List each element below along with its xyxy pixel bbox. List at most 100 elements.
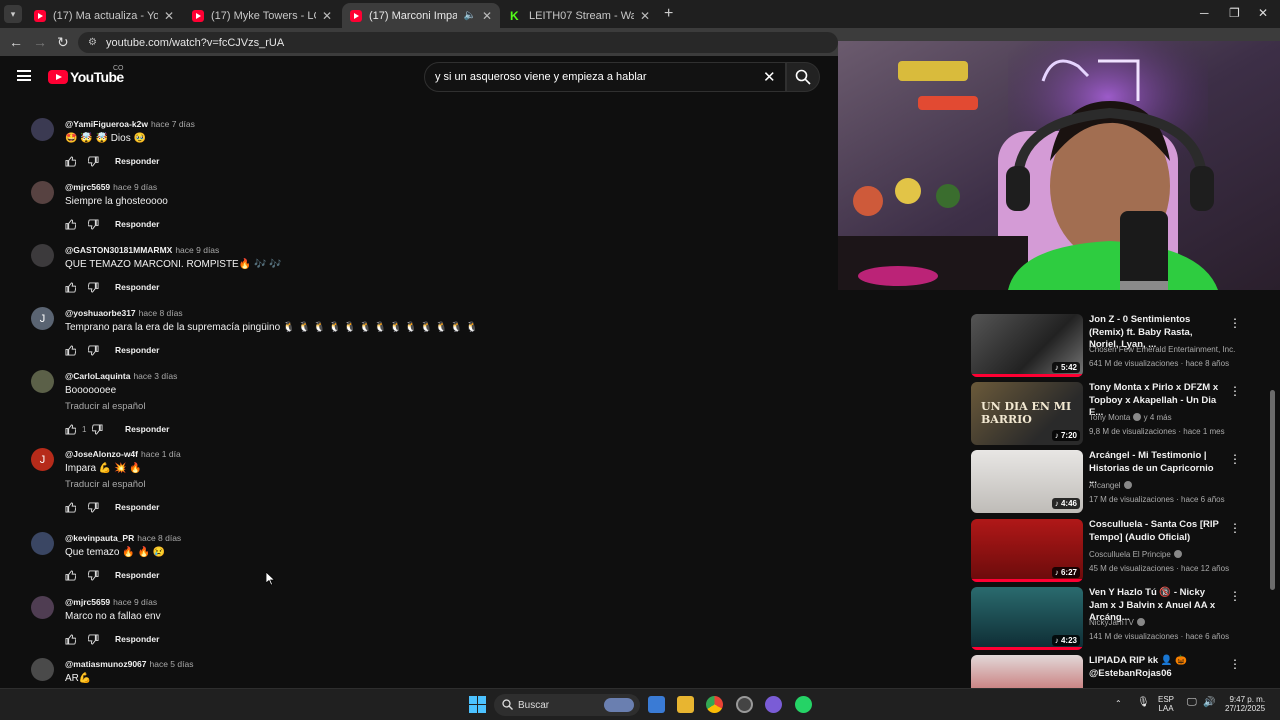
comment-author[interactable]: @mjrc5659 bbox=[65, 182, 110, 192]
volume-icon[interactable]: 🔊 bbox=[1203, 698, 1215, 708]
channel-name[interactable]: Tony Monta y 4 más bbox=[1089, 413, 1172, 422]
related-video-item[interactable]: ♪ 5:42 Jon Z - 0 Sentimientos (Remix) ft.… bbox=[970, 314, 1270, 378]
comment-time[interactable]: hace 8 días bbox=[139, 308, 183, 318]
clear-search-icon[interactable]: ✕ bbox=[763, 68, 776, 86]
reply-button[interactable]: Responder bbox=[115, 634, 159, 644]
avatar[interactable] bbox=[31, 532, 54, 555]
microphone-icon[interactable]: 🎙 bbox=[1137, 698, 1150, 708]
comment-author[interactable]: @GASTON30181MMARMX bbox=[65, 245, 172, 255]
dislike-icon[interactable] bbox=[88, 569, 99, 581]
comment-time[interactable]: hace 7 días bbox=[151, 119, 195, 129]
avatar[interactable] bbox=[31, 181, 54, 204]
app-icon[interactable] bbox=[765, 696, 782, 713]
video-title[interactable]: LIPIADA RIP kk 👤 🎃 @EstebanRojas06 bbox=[1089, 655, 1219, 680]
like-icon[interactable] bbox=[65, 569, 76, 581]
close-tab-icon[interactable]: ✕ bbox=[322, 9, 332, 23]
tab-search-button[interactable]: ▾ bbox=[4, 5, 22, 23]
video-thumbnail[interactable]: ♪ 4:23 bbox=[971, 587, 1083, 650]
video-menu-icon[interactable]: ⋮ bbox=[1229, 452, 1241, 466]
comment-time[interactable]: hace 8 días bbox=[137, 533, 181, 543]
video-title[interactable]: Cosculluela - Santa Cos [RIP Tempo] (Aud… bbox=[1089, 519, 1219, 544]
network-icon[interactable]: 🖵 bbox=[1187, 698, 1197, 708]
video-thumbnail[interactable]: ♪ 6:27 bbox=[971, 519, 1083, 582]
taskbar-search[interactable]: Buscar bbox=[494, 694, 640, 716]
store-icon[interactable] bbox=[648, 696, 665, 713]
forward-icon[interactable]: → bbox=[33, 34, 47, 50]
comment-time[interactable]: hace 5 días bbox=[150, 659, 194, 669]
related-video-item[interactable]: ♪ 4:46 Arcángel - Mi Testimonio | Histori… bbox=[970, 450, 1270, 514]
video-menu-icon[interactable]: ⋮ bbox=[1229, 657, 1241, 671]
search-button[interactable] bbox=[786, 62, 820, 92]
avatar[interactable] bbox=[31, 118, 54, 141]
close-window-icon[interactable]: ✕ bbox=[1258, 6, 1268, 20]
comment-time[interactable]: hace 9 días bbox=[113, 182, 157, 192]
comment-time[interactable]: hace 9 días bbox=[175, 245, 219, 255]
comment-time[interactable]: hace 3 días bbox=[133, 371, 177, 381]
new-tab-icon[interactable]: + bbox=[664, 5, 673, 23]
video-thumbnail[interactable]: ♪ 5:42 bbox=[971, 314, 1083, 377]
video-thumbnail[interactable]: ♪ 4:46 bbox=[971, 450, 1083, 513]
youtube-logo[interactable]: YouTube CO bbox=[48, 65, 124, 85]
video-thumbnail[interactable]: UN DIA EN MI BARRIO ♪ 7:20 bbox=[971, 382, 1083, 445]
address-bar[interactable]: ⚙ youtube.com/watch?v=fcCJVzs_rUA bbox=[78, 32, 838, 53]
comment-time[interactable]: hace 1 día bbox=[141, 449, 181, 459]
close-tab-icon[interactable]: ✕ bbox=[164, 9, 174, 23]
avatar[interactable] bbox=[31, 658, 54, 681]
avatar[interactable] bbox=[31, 244, 54, 267]
like-icon[interactable] bbox=[65, 281, 76, 293]
like-icon[interactable] bbox=[65, 633, 76, 645]
comment-time[interactable]: hace 9 días bbox=[113, 597, 157, 607]
reply-button[interactable]: Responder bbox=[115, 156, 159, 166]
dislike-icon[interactable] bbox=[88, 501, 99, 513]
browser-tab-4[interactable]: K LEITH07 Stream - Watch Live o ✕ bbox=[502, 3, 658, 28]
dislike-icon[interactable] bbox=[88, 218, 99, 230]
scrollbar[interactable] bbox=[1270, 390, 1275, 590]
speaker-icon[interactable]: 🔈 bbox=[463, 10, 475, 21]
input-language[interactable]: ESP LAA bbox=[1158, 695, 1174, 713]
video-menu-icon[interactable]: ⋮ bbox=[1229, 316, 1241, 330]
dislike-icon[interactable] bbox=[88, 281, 99, 293]
close-tab-icon[interactable]: ✕ bbox=[482, 9, 492, 23]
dislike-icon[interactable] bbox=[88, 344, 99, 356]
avatar[interactable]: J bbox=[31, 307, 54, 330]
windows-start-icon[interactable] bbox=[469, 696, 486, 713]
browser-tab-2[interactable]: (17) Myke Towers - LO LOGRÉ ( ✕ bbox=[184, 3, 340, 28]
channel-name[interactable]: Arcangel bbox=[1089, 481, 1132, 490]
search-input[interactable]: y si un asqueroso viene y empieza a habl… bbox=[424, 62, 786, 92]
channel-name[interactable]: NickyJamTV bbox=[1089, 618, 1145, 627]
dislike-icon[interactable] bbox=[88, 633, 99, 645]
menu-icon[interactable] bbox=[17, 70, 31, 81]
translate-link[interactable]: Traducir al español bbox=[65, 401, 145, 412]
comment-author[interactable]: @CarloLaquinta bbox=[65, 371, 130, 381]
minimize-icon[interactable]: ─ bbox=[1200, 6, 1209, 20]
back-icon[interactable]: ← bbox=[9, 34, 23, 50]
tray-overflow-icon[interactable]: ⌃ bbox=[1115, 699, 1122, 708]
comment-author[interactable]: @JoseAlonzo-w4f bbox=[65, 449, 138, 459]
reply-button[interactable]: Responder bbox=[115, 219, 159, 229]
obs-icon[interactable] bbox=[736, 696, 753, 713]
avatar[interactable] bbox=[31, 370, 54, 393]
comment-author[interactable]: @matiasmunoz9067 bbox=[65, 659, 147, 669]
related-video-item[interactable]: UN DIA EN MI BARRIO ♪ 7:20 Tony Monta x Pi… bbox=[970, 382, 1270, 446]
clock[interactable]: 9:47 p. m. 27/12/2025 bbox=[1225, 695, 1265, 713]
video-menu-icon[interactable]: ⋮ bbox=[1229, 521, 1241, 535]
video-menu-icon[interactable]: ⋮ bbox=[1229, 589, 1241, 603]
avatar[interactable] bbox=[31, 596, 54, 619]
related-video-item[interactable]: ♪ 4:23 Ven Y Hazlo Tú 🔞 - Nicky Jam x J B… bbox=[970, 587, 1270, 651]
translate-link[interactable]: Traducir al español bbox=[65, 479, 145, 490]
site-info-icon[interactable]: ⚙ bbox=[88, 37, 97, 48]
whatsapp-icon[interactable] bbox=[795, 696, 812, 713]
channel-name[interactable]: Cosculluela El Principe bbox=[1089, 550, 1182, 559]
avatar[interactable]: J bbox=[31, 448, 54, 471]
like-icon[interactable] bbox=[65, 218, 76, 230]
like-icon[interactable] bbox=[65, 155, 76, 167]
chrome-icon[interactable] bbox=[706, 696, 723, 713]
reply-button[interactable]: Responder bbox=[115, 345, 159, 355]
like-icon[interactable] bbox=[65, 344, 76, 356]
dislike-icon[interactable] bbox=[88, 155, 99, 167]
comment-author[interactable]: @YamiFigueroa-k2w bbox=[65, 119, 148, 129]
restore-icon[interactable]: ❐ bbox=[1229, 6, 1240, 20]
comment-author[interactable]: @yoshuaorbe317 bbox=[65, 308, 136, 318]
like-icon[interactable] bbox=[65, 423, 76, 435]
reply-button[interactable]: Responder bbox=[115, 502, 159, 512]
